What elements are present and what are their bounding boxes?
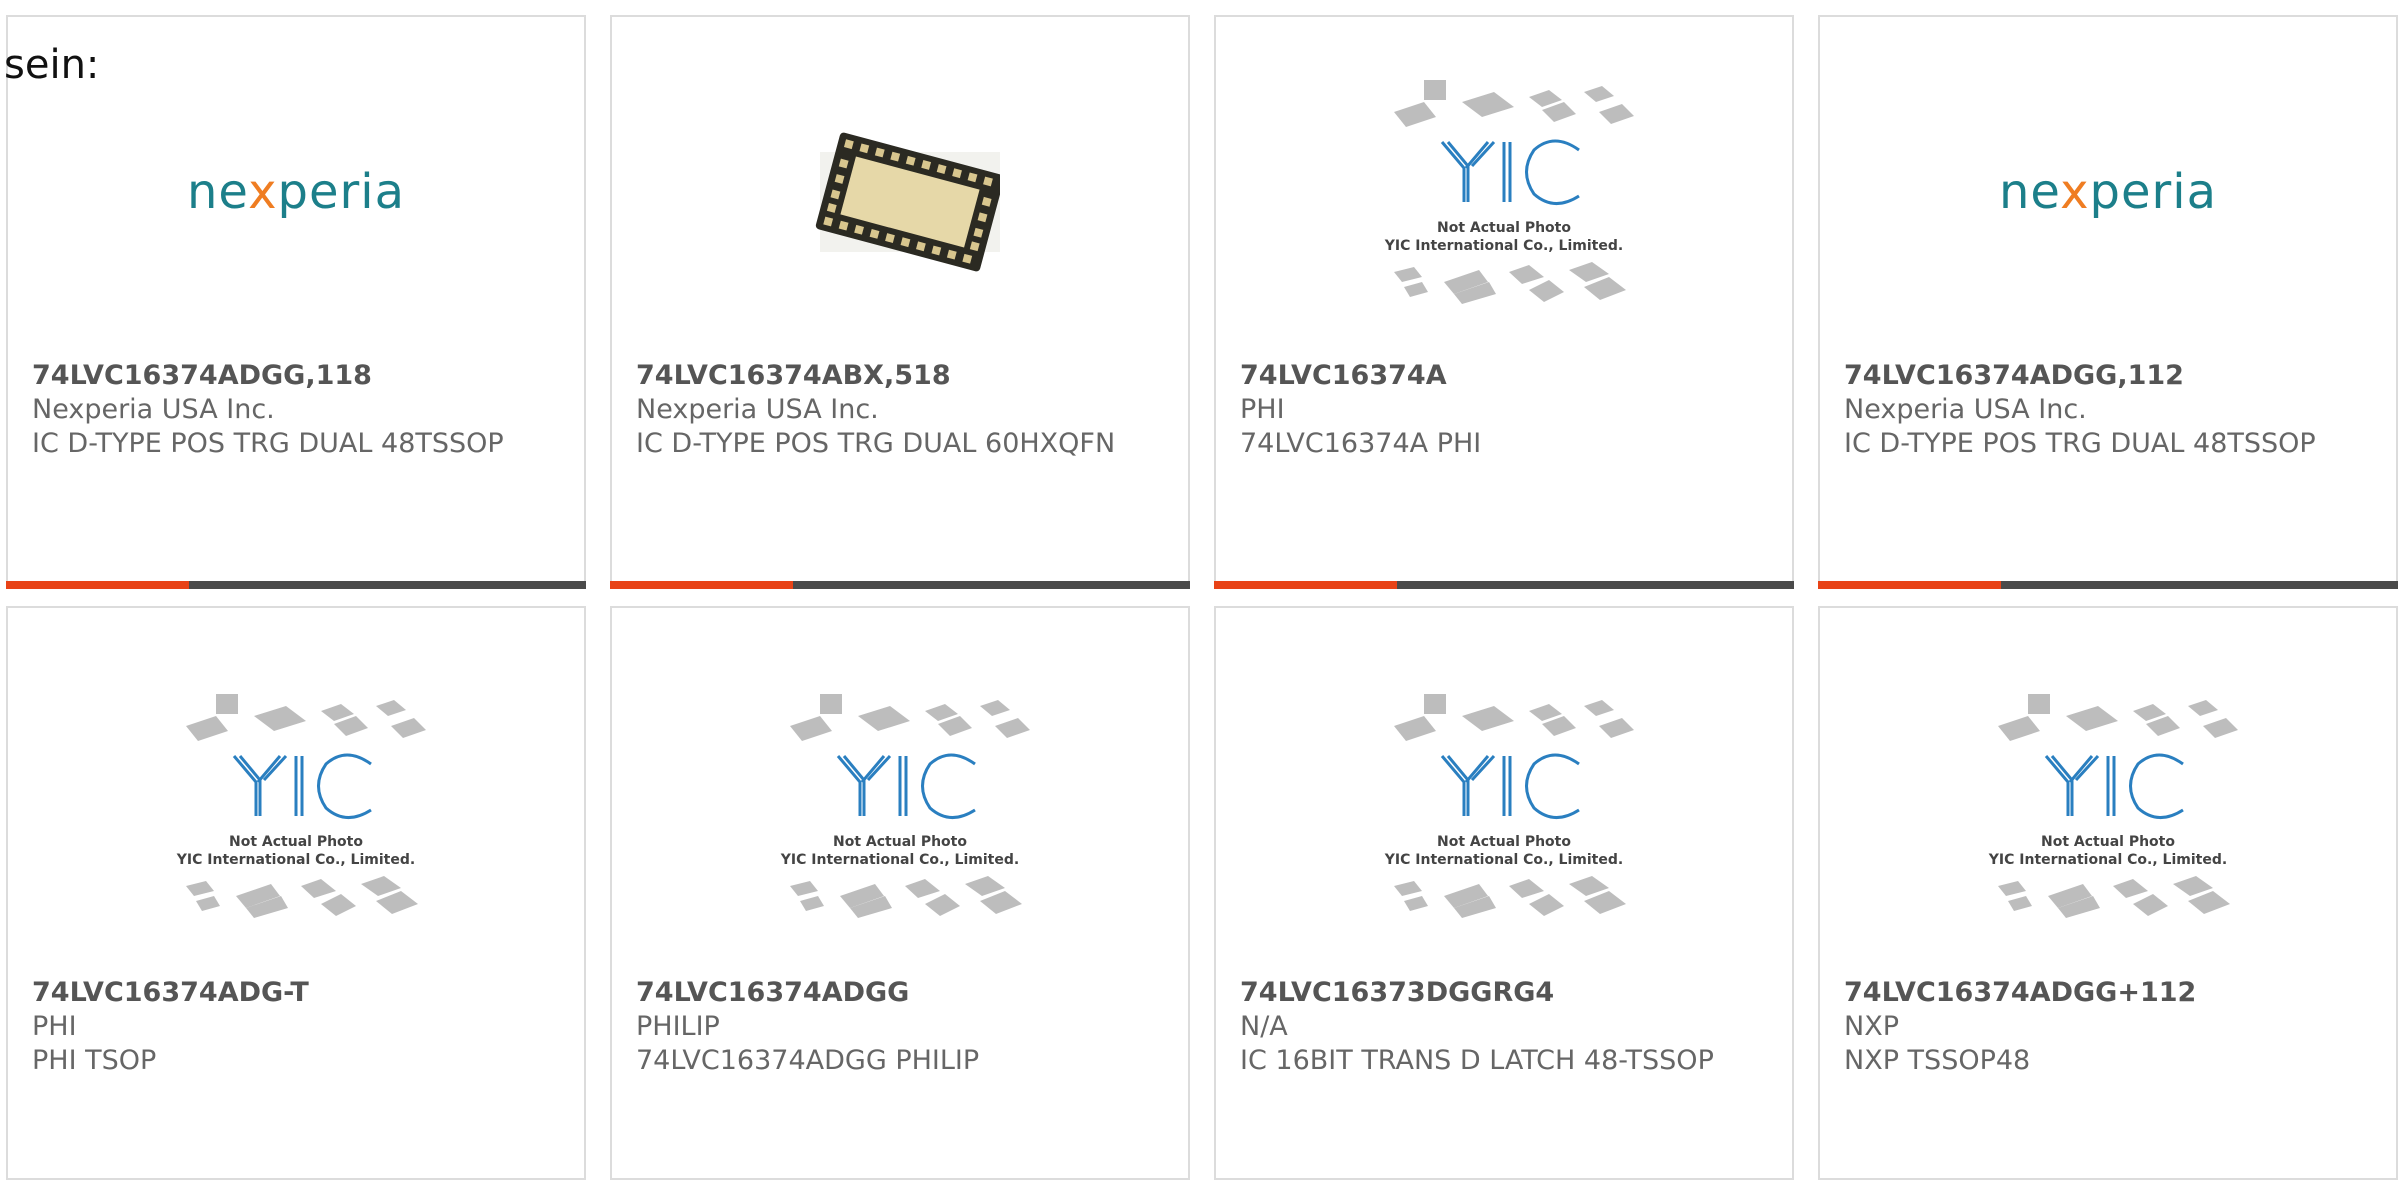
svg-text:Not Actual Photo: Not Actual Photo	[229, 834, 363, 850]
description: NXP TSSOP48	[1844, 1045, 2031, 1076]
svg-text:YIC International Co., Limited: YIC International Co., Limited.	[780, 852, 1019, 868]
product-image[interactable]: nexperia	[1820, 72, 2396, 312]
description: PHI TSOP	[32, 1045, 157, 1076]
description: 74LVC16374ADGG PHILIP	[636, 1045, 980, 1076]
product-image[interactable]: Not Actual Photo YIC International Co., …	[1216, 686, 1792, 926]
yic-placeholder-icon: Not Actual Photo YIC International Co., …	[1384, 694, 1634, 918]
svg-text:YIC International Co., Limited: YIC International Co., Limited.	[1384, 238, 1623, 254]
svg-text:YIC International Co., Limited: YIC International Co., Limited.	[1384, 852, 1623, 868]
product-image[interactable]: Not Actual Photo YIC International Co., …	[1820, 686, 2396, 926]
description: IC D-TYPE POS TRG DUAL 48TSSOP	[32, 428, 504, 459]
intro-text: sein:	[4, 42, 100, 88]
description: IC D-TYPE POS TRG DUAL 60HXQFN	[636, 428, 1116, 459]
product-grid: nexperia 74LVC16374ADGG,118 Nexperia USA…	[0, 0, 2400, 1180]
part-number[interactable]: 74LVC16374ABX,518	[636, 359, 1164, 393]
card-bar	[1818, 581, 2398, 589]
chip-photo-icon	[815, 132, 1000, 272]
product-image[interactable]: nexperia	[8, 72, 584, 312]
product-card[interactable]: Not Actual Photo YIC International Co., …	[1214, 606, 1794, 1180]
product-image[interactable]: Not Actual Photo YIC International Co., …	[8, 686, 584, 926]
part-number[interactable]: 74LVC16374ADGG,112	[1844, 359, 2372, 393]
part-number[interactable]: 74LVC16373DGGRG4	[1240, 976, 1768, 1010]
yic-placeholder-icon: Not Actual Photo YIC International Co., …	[1384, 80, 1634, 304]
manufacturer: NXP	[1844, 1011, 1899, 1042]
product-image[interactable]: Not Actual Photo YIC International Co., …	[612, 686, 1188, 926]
manufacturer: PHI	[32, 1011, 77, 1042]
svg-text:Not Actual Photo: Not Actual Photo	[1437, 220, 1571, 236]
product-card[interactable]: Not Actual Photo YIC International Co., …	[6, 606, 586, 1180]
yic-placeholder-icon: Not Actual Photo YIC International Co., …	[176, 694, 426, 918]
svg-text:Not Actual Photo: Not Actual Photo	[2041, 834, 2175, 850]
yic-placeholder-icon: Not Actual Photo YIC International Co., …	[780, 694, 1030, 918]
card-bar	[610, 581, 1190, 589]
product-card[interactable]: nexperia 74LVC16374ADGG,112 Nexperia USA…	[1818, 15, 2398, 589]
product-card[interactable]: nexperia 74LVC16374ADGG,118 Nexperia USA…	[6, 15, 586, 589]
part-number[interactable]: 74LVC16374ADG-T	[32, 976, 560, 1010]
manufacturer: Nexperia USA Inc.	[1844, 394, 2087, 425]
description: IC 16BIT TRANS D LATCH 48-TSSOP	[1240, 1045, 1714, 1076]
product-card[interactable]: Not Actual Photo YIC International Co., …	[1818, 606, 2398, 1180]
yic-placeholder-icon: Not Actual Photo YIC International Co., …	[1988, 694, 2238, 918]
description: IC D-TYPE POS TRG DUAL 48TSSOP	[1844, 428, 2316, 459]
manufacturer: PHILIP	[636, 1011, 720, 1042]
part-number[interactable]: 74LVC16374ADGG,118	[32, 359, 560, 393]
manufacturer: Nexperia USA Inc.	[636, 394, 879, 425]
description: 74LVC16374A PHI	[1240, 428, 1482, 459]
product-image[interactable]	[612, 72, 1188, 312]
svg-text:Not Actual Photo: Not Actual Photo	[1437, 834, 1571, 850]
card-bar	[6, 581, 586, 589]
manufacturer: Nexperia USA Inc.	[32, 394, 275, 425]
svg-text:Not Actual Photo: Not Actual Photo	[833, 834, 967, 850]
product-card[interactable]: 74LVC16374ABX,518 Nexperia USA Inc. IC D…	[610, 15, 1190, 589]
product-image[interactable]: Not Actual Photo YIC International Co., …	[1216, 72, 1792, 312]
nexperia-logo: nexperia	[187, 164, 405, 220]
part-number[interactable]: 74LVC16374ADGG	[636, 976, 1164, 1010]
manufacturer: PHI	[1240, 394, 1285, 425]
product-card[interactable]: Not Actual Photo YIC International Co., …	[610, 606, 1190, 1180]
svg-text:YIC International Co., Limited: YIC International Co., Limited.	[1988, 852, 2227, 868]
card-bar	[1214, 581, 1794, 589]
product-card[interactable]: Not Actual Photo YIC International Co., …	[1214, 15, 1794, 589]
part-number[interactable]: 74LVC16374ADGG+112	[1844, 976, 2372, 1010]
manufacturer: N/A	[1240, 1011, 1288, 1042]
nexperia-logo: nexperia	[1999, 164, 2217, 220]
part-number[interactable]: 74LVC16374A	[1240, 359, 1768, 393]
svg-text:YIC International Co., Limited: YIC International Co., Limited.	[176, 852, 415, 868]
